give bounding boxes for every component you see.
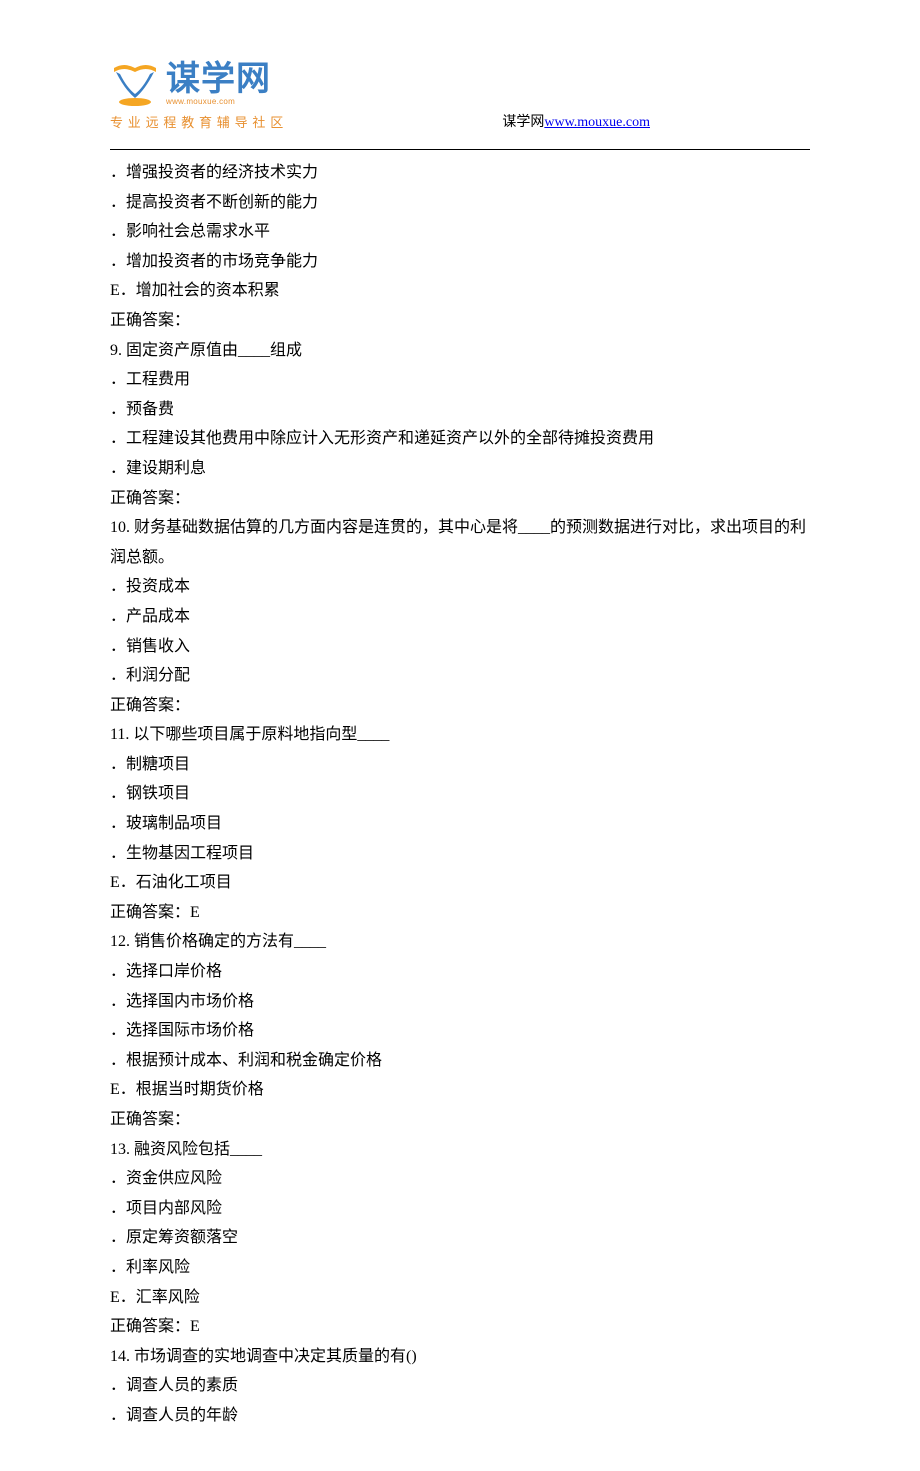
text-line: 12. 销售价格确定的方法有____: [110, 927, 810, 957]
page-container: 谋学网 www.mouxue.com 专业远程教育辅导社区 谋学网www.mou…: [0, 0, 920, 1471]
site-link-label: 谋学网: [502, 115, 544, 130]
header: 谋学网 www.mouxue.com 专业远程教育辅导社区 谋学网www.mou…: [110, 60, 810, 145]
text-line: ．投资成本: [110, 572, 810, 602]
text-line: 正确答案：: [110, 691, 810, 721]
text-line: ．建设期利息: [110, 454, 810, 484]
text-line: 10. 财务基础数据估算的几方面内容是连贯的，其中心是将____的预测数据进行对…: [110, 513, 810, 572]
text-line: ．制糖项目: [110, 750, 810, 780]
logo-brand-name: 谋学网: [166, 62, 271, 96]
logo-subtitle: 专业远程教育辅导社区: [110, 111, 288, 135]
text-line: ．提高投资者不断创新的能力: [110, 188, 810, 218]
text-line: 9. 固定资产原值由____组成: [110, 336, 810, 366]
content: ．增强投资者的经济技术实力．提高投资者不断创新的能力．影响社会总需求水平．增加投…: [110, 158, 810, 1431]
text-line: ．销售收入: [110, 632, 810, 662]
logo-brand-url: www.mouxue.com: [166, 98, 271, 106]
text-line: ．原定筹资额落空: [110, 1223, 810, 1253]
text-line: ．玻璃制品项目: [110, 809, 810, 839]
text-line: 正确答案：E: [110, 1312, 810, 1342]
text-line: ．选择国际市场价格: [110, 1016, 810, 1046]
text-line: ．调查人员的素质: [110, 1371, 810, 1401]
text-line: 正确答案：: [110, 1105, 810, 1135]
text-line: ．根据预计成本、利润和税金确定价格: [110, 1046, 810, 1076]
text-line: ．钢铁项目: [110, 779, 810, 809]
text-line: ．产品成本: [110, 602, 810, 632]
text-line: ．增强投资者的经济技术实力: [110, 158, 810, 188]
text-line: ．选择口岸价格: [110, 957, 810, 987]
text-line: E．增加社会的资本积累: [110, 276, 810, 306]
text-line: ．项目内部风险: [110, 1194, 810, 1224]
site-link: 谋学网www.mouxue.com: [502, 110, 650, 136]
text-line: 13. 融资风险包括____: [110, 1135, 810, 1165]
text-line: ．选择国内市场价格: [110, 987, 810, 1017]
text-line: ．增加投资者的市场竞争能力: [110, 247, 810, 277]
logo-text: 谋学网 www.mouxue.com: [166, 62, 271, 106]
logo-icon: [110, 60, 160, 108]
text-line: 正确答案：: [110, 306, 810, 336]
text-line: 14. 市场调查的实地调查中决定其质量的有(): [110, 1342, 810, 1372]
text-line: E．根据当时期货价格: [110, 1075, 810, 1105]
text-line: E．石油化工项目: [110, 868, 810, 898]
text-line: ．利率风险: [110, 1253, 810, 1283]
site-link-url[interactable]: www.mouxue.com: [544, 115, 650, 130]
text-line: ．利润分配: [110, 661, 810, 691]
logo-main: 谋学网 www.mouxue.com: [110, 60, 288, 108]
text-line: 正确答案：E: [110, 898, 810, 928]
divider: [110, 149, 810, 150]
text-line: 11. 以下哪些项目属于原料地指向型____: [110, 720, 810, 750]
text-line: ．资金供应风险: [110, 1164, 810, 1194]
text-line: ．预备费: [110, 395, 810, 425]
text-line: ．调查人员的年龄: [110, 1401, 810, 1431]
text-line: ．生物基因工程项目: [110, 839, 810, 869]
text-line: ．工程费用: [110, 365, 810, 395]
text-line: 正确答案：: [110, 484, 810, 514]
text-line: E．汇率风险: [110, 1283, 810, 1313]
text-line: ．工程建设其他费用中除应计入无形资产和递延资产以外的全部待摊投资费用: [110, 424, 810, 454]
text-line: ．影响社会总需求水平: [110, 217, 810, 247]
logo: 谋学网 www.mouxue.com 专业远程教育辅导社区: [110, 60, 288, 135]
